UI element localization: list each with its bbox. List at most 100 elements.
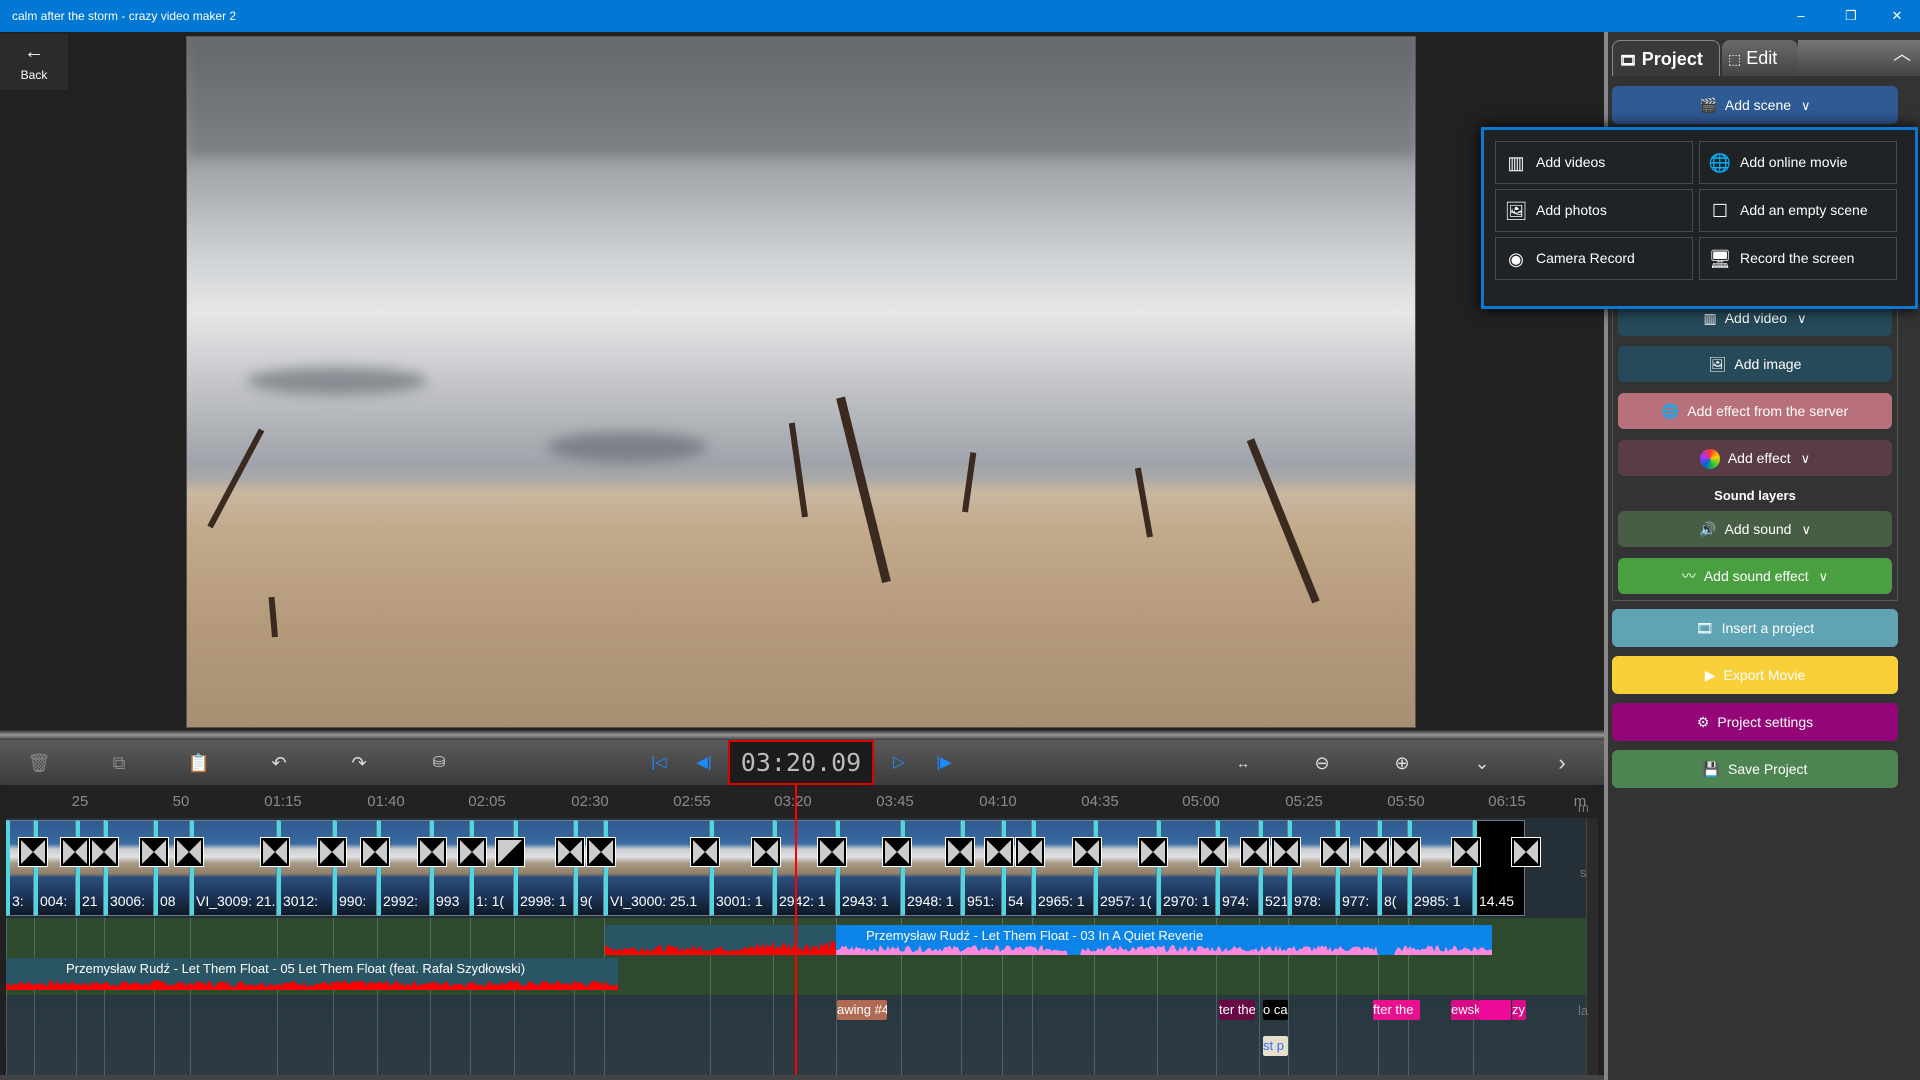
- time-ruler[interactable]: 25 50 01:15 01:40 02:05 02:30 02:55 03:20 03:45 0…: [6, 785, 1598, 818]
- hourglass-transition-icon[interactable]: [90, 838, 118, 866]
- video-clip[interactable]: 2948: 1: [901, 820, 961, 916]
- hourglass-transition-icon[interactable]: [556, 838, 584, 866]
- video-clip[interactable]: 2943: 1: [836, 820, 901, 916]
- fit-timeline-icon[interactable]: ↔: [1228, 748, 1258, 778]
- zoom-out-icon[interactable]: ⊖: [1307, 748, 1337, 778]
- hourglass-transition-icon[interactable]: [1241, 838, 1269, 866]
- go-to-start-icon[interactable]: |◁: [644, 748, 674, 778]
- hourglass-transition-icon[interactable]: [418, 838, 446, 866]
- play-icon[interactable]: ▷: [884, 748, 914, 778]
- video-clip[interactable]: 3001: 1: [710, 820, 773, 916]
- next-frame-icon[interactable]: |▶: [929, 748, 959, 778]
- hourglass-transition-icon[interactable]: [985, 838, 1013, 866]
- hourglass-transition-icon[interactable]: [1199, 838, 1227, 866]
- audio-clip[interactable]: Przemysław Rudź - Let Them Float - 03 In…: [836, 925, 1492, 955]
- hourglass-transition-icon[interactable]: [140, 838, 168, 866]
- paste-icon[interactable]: 📋: [184, 748, 214, 778]
- hourglass-transition-icon[interactable]: [691, 838, 719, 866]
- splitter-handle[interactable]: [0, 730, 1604, 740]
- hourglass-transition-icon[interactable]: [1139, 838, 1167, 866]
- text-clip[interactable]: st p: [1263, 1036, 1288, 1056]
- video-clip[interactable]: 951:: [961, 820, 1002, 916]
- hourglass-transition-icon[interactable]: [175, 838, 203, 866]
- hourglass-transition-icon[interactable]: [19, 838, 47, 866]
- text-clip[interactable]: [1479, 1000, 1511, 1020]
- video-clip[interactable]: 21: [76, 820, 104, 916]
- audio-clip[interactable]: [605, 925, 836, 955]
- hourglass-transition-icon[interactable]: [318, 838, 346, 866]
- hourglass-transition-icon[interactable]: [587, 838, 615, 866]
- video-clip[interactable]: 2965: 1: [1032, 820, 1094, 916]
- add-effect-from-server-button[interactable]: 🌐 Add effect from the server: [1618, 393, 1892, 429]
- add-effect-button[interactable]: Add effect ∨: [1618, 440, 1892, 476]
- copy-icon[interactable]: ⧉: [104, 748, 134, 778]
- zoom-in-icon[interactable]: ⊕: [1387, 748, 1417, 778]
- video-clip[interactable]: 2970: 1: [1157, 820, 1216, 916]
- add-image-button[interactable]: 🖼 Add image: [1618, 346, 1892, 382]
- text-clip[interactable]: fter the: [1373, 1000, 1420, 1020]
- save-project-button[interactable]: 💾 Save Project: [1612, 750, 1898, 788]
- hourglass-transition-icon[interactable]: [261, 838, 289, 866]
- add-online-movie-item[interactable]: 🌐 Add online movie: [1699, 141, 1897, 184]
- close-button[interactable]: ✕: [1874, 0, 1920, 32]
- hourglass-transition-icon[interactable]: [1452, 838, 1480, 866]
- video-clip[interactable]: 1: 1(: [470, 820, 514, 916]
- video-clip[interactable]: 3006:: [104, 820, 154, 916]
- add-scene-button[interactable]: 🎬 Add scene ∨: [1612, 86, 1898, 124]
- record-screen-item[interactable]: 🖥 Record the screen: [1699, 237, 1897, 280]
- video-clip[interactable]: 977:: [1336, 820, 1378, 916]
- timecode-display[interactable]: 03:20.09: [728, 740, 874, 785]
- text-clip[interactable]: o ca: [1263, 1000, 1288, 1020]
- video-clip[interactable]: 990:: [333, 820, 377, 916]
- tab-project[interactable]: 🎞 Project: [1612, 40, 1720, 76]
- text-clip[interactable]: ter the: [1219, 1000, 1255, 1020]
- hourglass-transition-icon[interactable]: [1016, 838, 1044, 866]
- hourglass-transition-icon[interactable]: [946, 838, 974, 866]
- project-settings-button[interactable]: ⚙ Project settings: [1612, 703, 1898, 741]
- hourglass-transition-icon[interactable]: [1321, 838, 1349, 866]
- maximize-button[interactable]: ❐: [1828, 0, 1874, 32]
- wipe-transition-icon[interactable]: [496, 838, 524, 866]
- add-sound-effect-button[interactable]: 〰 Add sound effect ∨: [1618, 558, 1892, 594]
- video-clip[interactable]: 2992:: [377, 820, 430, 916]
- hourglass-transition-icon[interactable]: [361, 838, 389, 866]
- chevron-down-icon[interactable]: ⌄: [1467, 748, 1497, 778]
- add-empty-scene-item[interactable]: ☐ Add an empty scene: [1699, 189, 1897, 232]
- video-clip[interactable]: 3012:: [277, 820, 333, 916]
- video-clip[interactable]: 521: [1259, 820, 1288, 916]
- audio-clip[interactable]: Przemysław Rudź - Let Them Float - 05 Le…: [6, 958, 618, 990]
- hourglass-transition-icon[interactable]: [1361, 838, 1389, 866]
- hourglass-transition-icon[interactable]: [1272, 838, 1300, 866]
- video-clip[interactable]: 9(: [574, 820, 604, 916]
- save-frame-icon[interactable]: ⛁: [424, 748, 454, 778]
- tab-edit[interactable]: ⬚ Edit: [1722, 40, 1798, 76]
- export-movie-button[interactable]: ▶ Export Movie: [1612, 656, 1898, 694]
- hourglass-transition-icon[interactable]: [61, 838, 89, 866]
- playhead[interactable]: [795, 785, 797, 1075]
- add-sound-button[interactable]: 🔊 Add sound ∨: [1618, 511, 1892, 547]
- hourglass-transition-icon[interactable]: [1512, 838, 1540, 866]
- chevron-right-icon[interactable]: ›: [1547, 748, 1577, 778]
- video-clip[interactable]: 54: [1002, 820, 1032, 916]
- back-button[interactable]: ← Back: [0, 34, 68, 90]
- undo-icon[interactable]: ↶: [264, 748, 294, 778]
- video-clip[interactable]: 2957: 1(: [1094, 820, 1157, 916]
- text-clip[interactable]: awing #4: [837, 1000, 887, 1020]
- hourglass-transition-icon[interactable]: [458, 838, 486, 866]
- hourglass-transition-icon[interactable]: [1073, 838, 1101, 866]
- video-clip[interactable]: 2985: 1: [1408, 820, 1473, 916]
- previous-frame-icon[interactable]: ◀|: [689, 748, 719, 778]
- camera-record-item[interactable]: ◉ Camera Record: [1495, 237, 1693, 280]
- video-clip[interactable]: 08: [154, 820, 190, 916]
- video-clip[interactable]: 8(: [1378, 820, 1408, 916]
- redo-icon[interactable]: ↷: [344, 748, 374, 778]
- vertical-scrollbar[interactable]: [1586, 818, 1598, 1075]
- horizontal-scrollbar[interactable]: [0, 1075, 1604, 1080]
- minimize-button[interactable]: –: [1778, 0, 1824, 32]
- video-clip[interactable]: 978:: [1288, 820, 1336, 916]
- text-clip[interactable]: zy: [1512, 1000, 1526, 1020]
- video-clip[interactable]: 004:: [34, 820, 76, 916]
- hourglass-transition-icon[interactable]: [883, 838, 911, 866]
- video-clip[interactable]: 14.45: [1473, 820, 1525, 916]
- hourglass-transition-icon[interactable]: [752, 838, 780, 866]
